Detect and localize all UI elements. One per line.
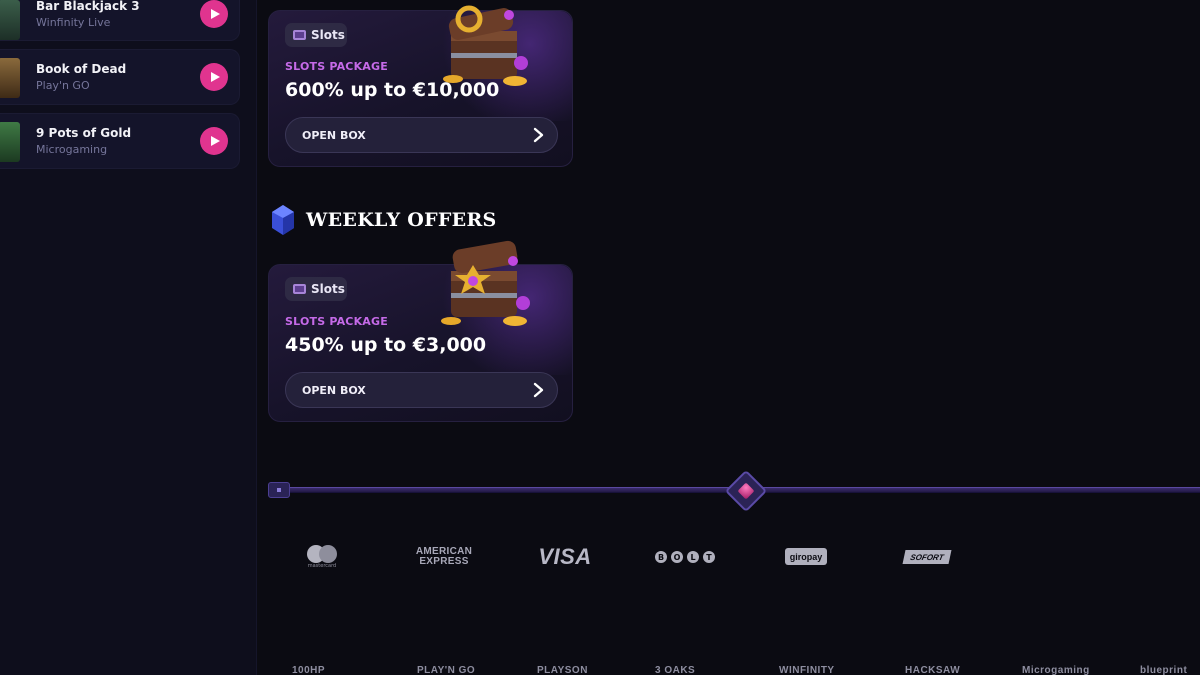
game-provider: Microgaming — [36, 143, 108, 156]
sofort-logo: SOFORT — [902, 550, 952, 564]
provider-logo: Microgaming — [1022, 665, 1090, 675]
play-button[interactable] — [200, 127, 228, 155]
play-button[interactable] — [200, 63, 228, 91]
open-box-label: OPEN BOX — [302, 129, 366, 142]
play-icon — [211, 72, 220, 82]
play-button[interactable] — [200, 0, 228, 28]
mastercard-circles-icon — [307, 545, 337, 563]
category-tag: Slots — [285, 23, 347, 47]
provider-logo: WINFINITY — [779, 665, 835, 675]
category-tag: Slots — [285, 277, 347, 301]
provider-logo: HACKSAW — [905, 665, 961, 675]
provider-logo: 100HP — [292, 665, 326, 675]
game-thumbnail[interactable] — [0, 122, 20, 162]
slots-icon — [293, 30, 306, 40]
bolt-letter: L — [687, 551, 699, 563]
list-item[interactable]: Book of Dead Play'n GO — [0, 49, 240, 105]
mastercard-text: mastercard — [307, 563, 337, 569]
game-thumbnail[interactable] — [0, 58, 20, 98]
visa-logo: VISA — [538, 544, 592, 569]
chevron-right-icon — [533, 127, 544, 143]
sidebar: Bar Blackjack 3 Winfinity Live Book of D… — [0, 0, 257, 675]
game-name: Book of Dead — [36, 62, 127, 76]
tag-label: Slots — [311, 282, 345, 296]
bolt-letter: B — [655, 551, 667, 563]
chevron-right-icon — [533, 382, 544, 398]
game-name: 9 Pots of Gold — [36, 126, 132, 140]
bolt-letter: O — [671, 551, 683, 563]
divider-gem-icon — [724, 469, 768, 513]
play-icon — [211, 136, 220, 146]
provider-logo: PLAYSON — [537, 665, 588, 675]
package-label: SLOTS PACKAGE — [285, 60, 388, 73]
package-amount: 450% up to €3,000 — [285, 334, 487, 356]
provider-logo: 3 OAKS — [655, 665, 696, 675]
package-label: SLOTS PACKAGE — [285, 315, 388, 328]
list-item[interactable]: 9 Pots of Gold Microgaming — [0, 113, 240, 169]
game-thumbnail[interactable] — [0, 0, 20, 40]
tag-label: Slots — [311, 28, 345, 42]
open-box-button[interactable]: OPEN BOX — [285, 372, 558, 408]
divider-cap — [268, 482, 290, 498]
open-box-label: OPEN BOX — [302, 384, 366, 397]
offer-card: Slots SLOTS PACKAGE 600% up to €10,000 O… — [268, 5, 573, 167]
weekly-offers-title: WEEKLY OFFERS — [306, 209, 497, 231]
game-provider: Winfinity Live — [36, 16, 111, 29]
giropay-logo: giropay — [785, 548, 827, 565]
slots-icon — [293, 284, 306, 294]
game-provider: Play'n GO — [36, 79, 90, 92]
treasure-chest-icon — [441, 240, 530, 326]
list-item[interactable]: Bar Blackjack 3 Winfinity Live — [0, 0, 240, 41]
treasure-chest-icon — [443, 5, 528, 86]
amex-logo: AMERICAN EXPRESS — [410, 545, 478, 569]
provider-logo: blueprint — [1140, 665, 1188, 675]
mastercard-logo: mastercard — [300, 545, 344, 569]
bolt-logo: B O L T — [652, 545, 718, 569]
game-name: Bar Blackjack 3 — [36, 0, 140, 13]
amex-line2: EXPRESS — [419, 556, 469, 567]
open-box-button[interactable]: OPEN BOX — [285, 117, 558, 153]
bolt-letter: T — [703, 551, 715, 563]
gem-icon — [272, 205, 294, 235]
provider-logo: PLAY'N GO — [417, 665, 476, 675]
offer-card: Slots SLOTS PACKAGE 450% up to €3,000 OP… — [268, 240, 573, 422]
play-icon — [211, 9, 220, 19]
section-title: WEEKLY OFFERS — [270, 204, 497, 236]
